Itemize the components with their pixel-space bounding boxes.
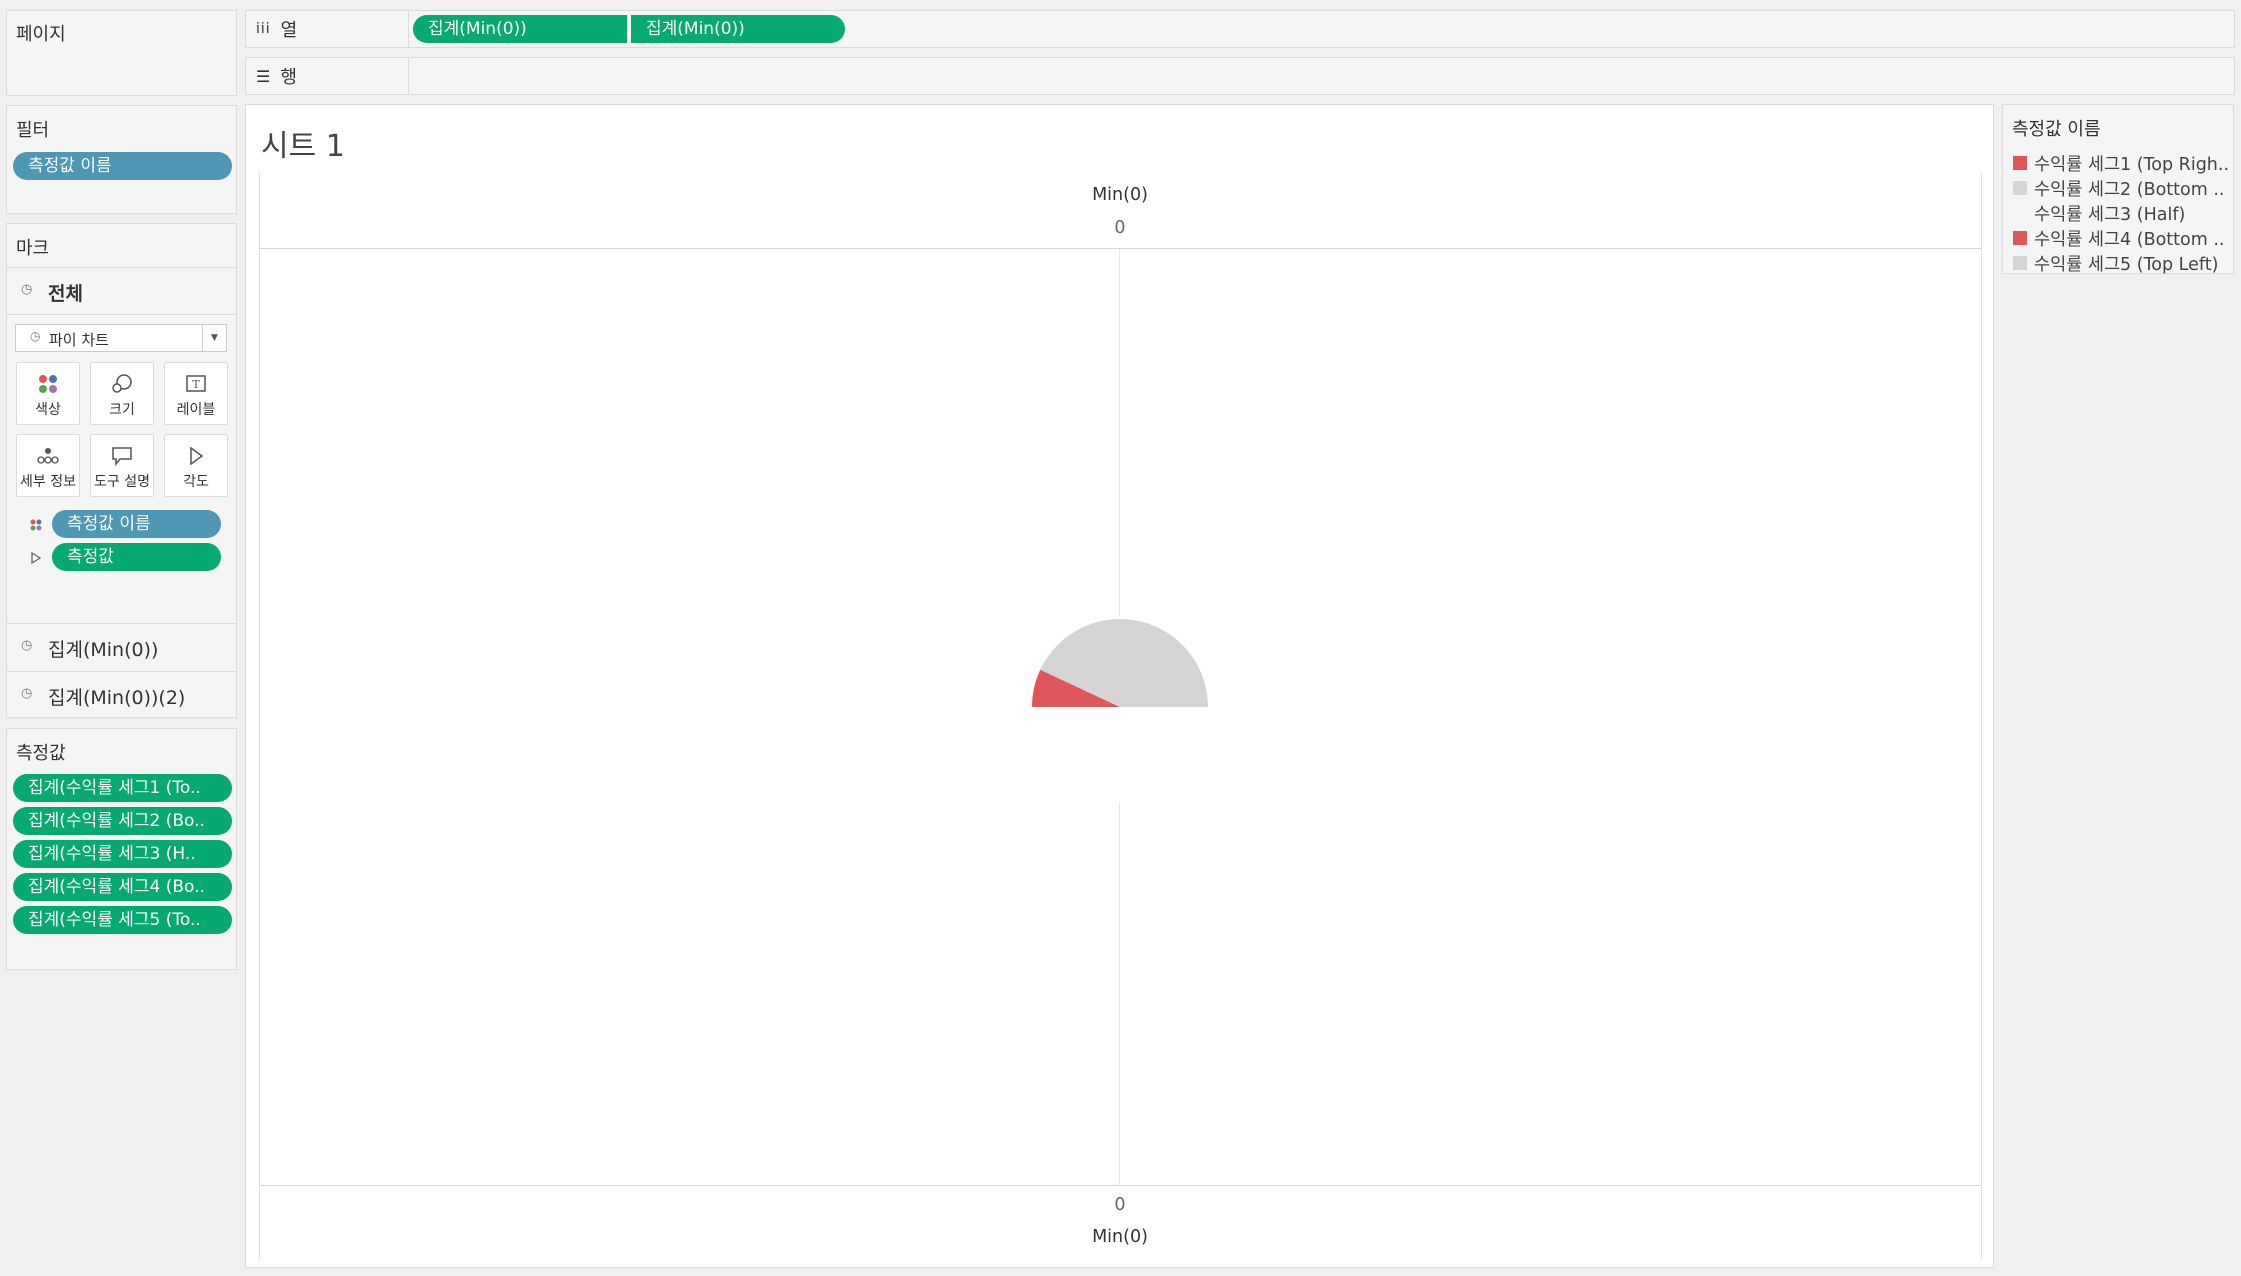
chevron-down-icon: ▼ <box>202 325 226 351</box>
bottom-axis-title: Min(0) <box>1092 1227 1148 1247</box>
marks-pill-measure-names[interactable]: 측정값 이름 <box>52 510 221 538</box>
filters-title: 필터 <box>16 120 50 141</box>
detail-button[interactable]: 세부 정보 <box>16 434 80 497</box>
pages-panel: 페이지 <box>6 10 237 96</box>
top-axis-divider <box>259 248 1982 249</box>
measure-value-pill-4[interactable]: 집계(수익률 세그4 (Bo.. <box>13 873 232 901</box>
pie-chart-icon: ◷ <box>30 329 41 343</box>
legend-item[interactable]: 수익률 세그5 (Top Left) <box>2013 251 2218 275</box>
zero-line-upper <box>1119 249 1120 617</box>
columns-shelf[interactable]: iii 열 집계(Min(0)) 집계(Min(0)) <box>245 10 2235 48</box>
legend-item[interactable]: 수익률 세그3 (Half) <box>2013 201 2185 225</box>
filters-panel: 필터 측정값 이름 <box>6 105 237 214</box>
color-dots-icon <box>29 517 43 536</box>
legend-label: 수익률 세그5 (Top Left) <box>2034 254 2219 275</box>
marks-pill-measure-values[interactable]: 측정값 <box>52 543 221 571</box>
legend-label: 수익률 세그4 (Bottom .. <box>2034 229 2225 250</box>
measure-value-pill-3[interactable]: 집계(수익률 세그3 (H.. <box>13 840 232 868</box>
color-dots-icon <box>17 373 79 395</box>
legend-title: 측정값 이름 <box>2012 119 2101 140</box>
marks-section-min0-2[interactable]: ◷ 집계(Min(0))(2) <box>7 671 236 718</box>
bottom-axis-tick: 0 <box>1114 1195 1126 1215</box>
zero-line-lower <box>1119 803 1120 1185</box>
pie-chart-icon: ◷ <box>21 686 33 701</box>
legend-swatch <box>2013 156 2027 170</box>
label-button[interactable]: T 레이블 <box>164 362 228 425</box>
detail-dots-icon <box>17 445 79 467</box>
legend-label: 수익률 세그3 (Half) <box>2034 204 2186 225</box>
measure-values-panel: 측정값 집계(수익률 세그1 (To.. 집계(수익률 세그2 (Bo.. 집계… <box>6 728 237 970</box>
rows-shelf-label: ☰ 행 <box>246 58 409 94</box>
legend-item[interactable]: 수익률 세그2 (Bottom .. <box>2013 176 2224 200</box>
columns-shelf-label: iii 열 <box>246 11 409 47</box>
measure-value-pill-1[interactable]: 집계(수익률 세그1 (To.. <box>13 774 232 802</box>
text-label-icon: T <box>165 373 227 395</box>
top-axis-title: Min(0) <box>1092 185 1148 205</box>
top-axis-tick: 0 <box>1114 218 1126 238</box>
size-button[interactable]: 크기 <box>90 362 154 425</box>
legend-label: 수익률 세그1 (Top Righ.. <box>2034 154 2230 175</box>
columns-icon: iii <box>256 21 271 37</box>
pages-title: 페이지 <box>16 24 66 45</box>
pie-chart-icon: ◷ <box>21 282 33 297</box>
pie-chart-icon: ◷ <box>21 638 33 653</box>
measure-values-title: 측정값 <box>16 743 66 764</box>
sheet-canvas: 시트 1 Min(0) 0 0 Min(0) <box>245 104 1994 1268</box>
sheet-title: 시트 1 <box>261 129 345 164</box>
rows-shelf[interactable]: ☰ 행 <box>245 57 2235 95</box>
legend-item[interactable]: 수익률 세그4 (Bottom .. <box>2013 226 2224 250</box>
legend-swatch <box>2013 231 2027 245</box>
rows-icon: ☰ <box>256 66 271 86</box>
legend-panel: 측정값 이름 수익률 세그1 (Top Righ.. 수익률 세그2 (Botto… <box>2002 104 2234 275</box>
legend-label: 수익률 세그2 (Bottom .. <box>2034 179 2225 200</box>
bottom-axis-divider <box>259 1185 1982 1186</box>
angle-icon <box>165 445 227 467</box>
marks-title: 마크 <box>16 238 50 259</box>
tooltip-icon <box>91 445 153 467</box>
size-icon <box>91 373 153 395</box>
pie-chart <box>1032 619 1208 707</box>
columns-pill-2[interactable]: 집계(Min(0)) <box>631 15 845 43</box>
measure-value-pill-2[interactable]: 집계(수익률 세그2 (Bo.. <box>13 807 232 835</box>
mark-type-dropdown[interactable]: ◷ 파이 차트 ▼ <box>15 324 227 352</box>
svg-text:T: T <box>192 378 200 391</box>
filter-pill-measure-names[interactable]: 측정값 이름 <box>13 152 232 180</box>
chart-pane: Min(0) 0 0 Min(0) <box>259 173 1982 1259</box>
angle-icon <box>30 550 42 569</box>
color-button[interactable]: 색상 <box>16 362 80 425</box>
legend-swatch <box>2013 206 2027 220</box>
angle-button[interactable]: 각도 <box>164 434 228 497</box>
marks-section-all[interactable]: ◷ 전체 <box>7 267 236 315</box>
legend-item[interactable]: 수익률 세그1 (Top Righ.. <box>2013 151 2229 175</box>
columns-pill-1[interactable]: 집계(Min(0)) <box>413 15 627 43</box>
pane-right-border <box>1981 173 1982 1259</box>
measure-value-pill-5[interactable]: 집계(수익률 세그5 (To.. <box>13 906 232 934</box>
tooltip-button[interactable]: 도구 설명 <box>90 434 154 497</box>
marks-panel: 마크 ◷ 전체 ◷ 파이 차트 ▼ 색상 크기 T 레이블 세부 정보 도구 설… <box>6 223 237 718</box>
legend-swatch <box>2013 256 2027 270</box>
pane-left-border <box>259 173 260 1259</box>
legend-swatch <box>2013 181 2027 195</box>
marks-section-min0[interactable]: ◷ 집계(Min(0)) <box>7 623 236 671</box>
